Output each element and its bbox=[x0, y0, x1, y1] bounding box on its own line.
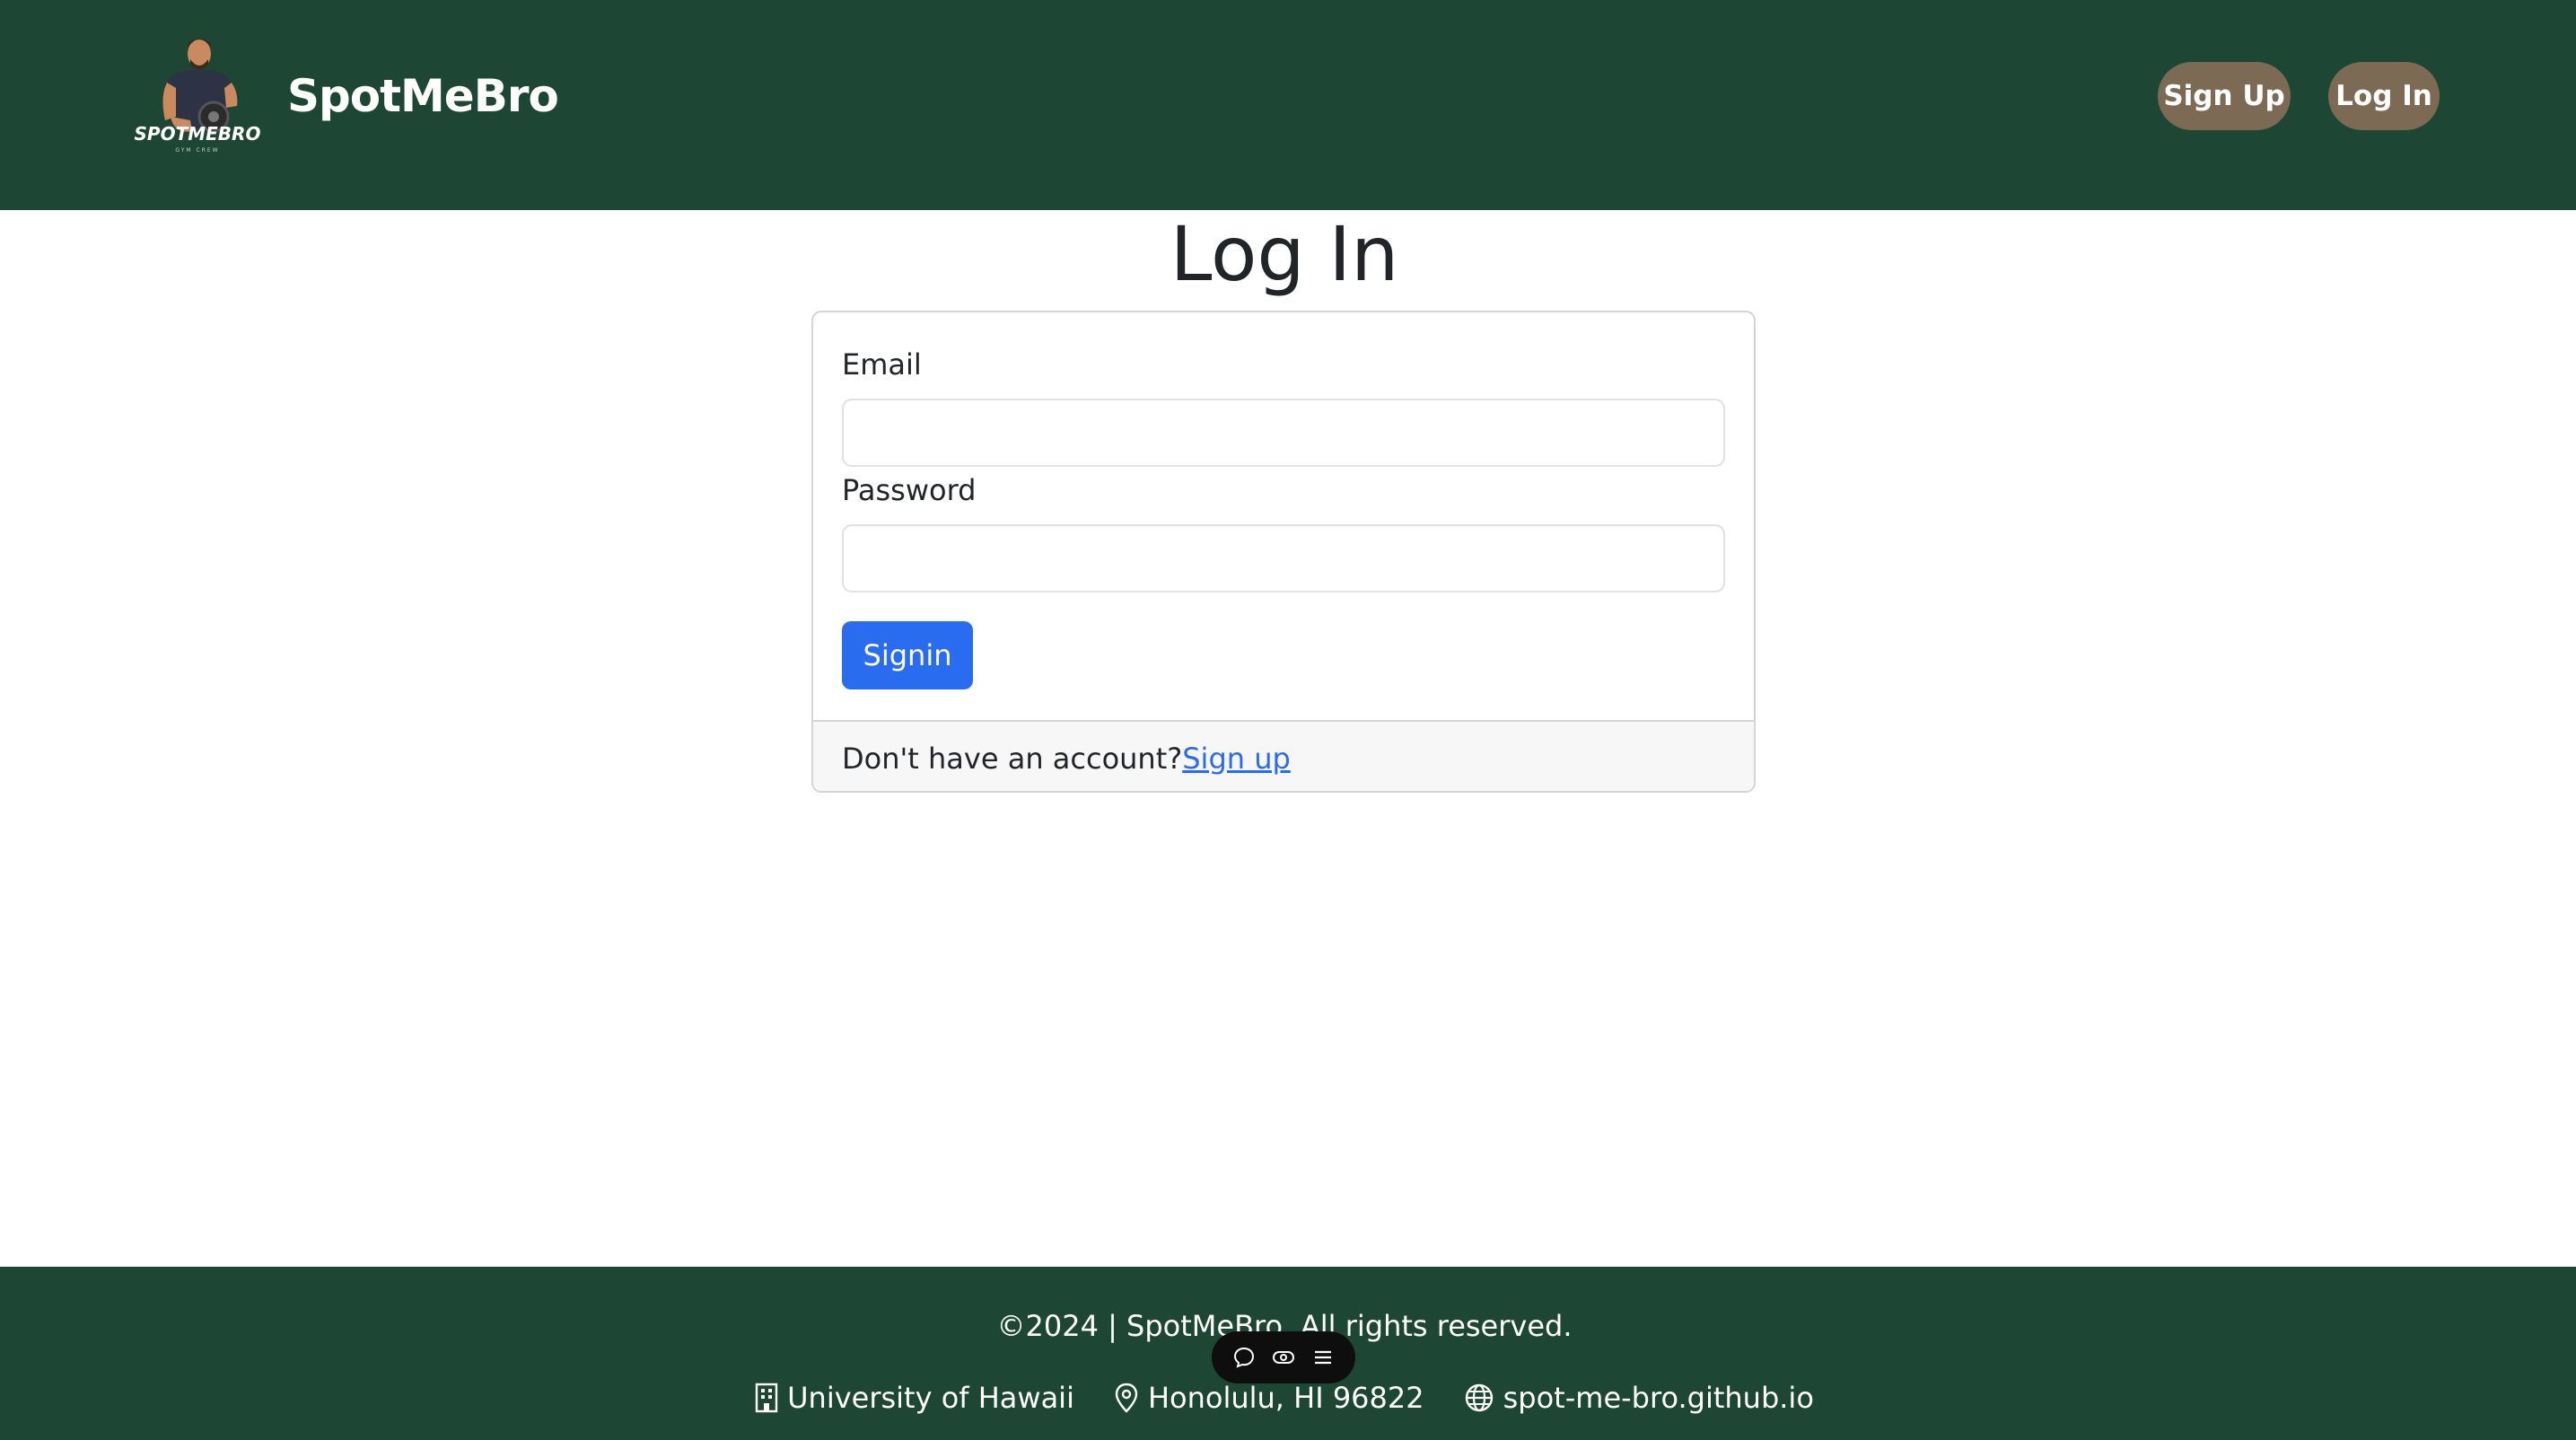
login-button[interactable]: Log In bbox=[2328, 62, 2440, 130]
signup-button[interactable]: Sign Up bbox=[2158, 62, 2291, 130]
svg-text:SPOTMEBRO: SPOTMEBRO bbox=[135, 123, 261, 145]
page-title: Log In bbox=[1170, 210, 1399, 298]
navbar: SPOTMEBRO GYM CREW SpotMeBro Sign Up Log… bbox=[0, 0, 2576, 210]
brand-name[interactable]: SpotMeBro bbox=[287, 63, 559, 129]
chat-icon[interactable] bbox=[1232, 1346, 1256, 1369]
building-icon bbox=[755, 1383, 778, 1413]
footer-university: University of Hawaii bbox=[755, 1371, 1074, 1425]
brand-logo[interactable]: SPOTMEBRO GYM CREW bbox=[120, 34, 275, 156]
password-label: Password bbox=[842, 473, 977, 507]
bodybuilder-logo-icon: SPOTMEBRO GYM CREW bbox=[135, 39, 261, 154]
password-field[interactable] bbox=[842, 524, 1725, 593]
signup-link[interactable]: Sign up bbox=[1182, 742, 1291, 776]
university-text: University of Hawaii bbox=[787, 1381, 1074, 1415]
login-card: Email Password Signin Don't have an acco… bbox=[811, 311, 1756, 793]
email-label: Email bbox=[842, 347, 922, 382]
card-footer: Don't have an account? Sign up bbox=[813, 720, 1754, 791]
website-link[interactable]: spot-me-bro.github.io bbox=[1503, 1371, 1814, 1425]
globe-icon bbox=[1465, 1383, 1493, 1412]
email-field[interactable] bbox=[842, 399, 1725, 467]
floating-toolbar bbox=[1212, 1331, 1355, 1383]
menu-icon[interactable] bbox=[1311, 1346, 1335, 1369]
svg-text:GYM CREW: GYM CREW bbox=[175, 147, 219, 154]
footer-website[interactable]: spot-me-bro.github.io bbox=[1464, 1371, 1814, 1425]
signup-prompt: Don't have an account? bbox=[842, 741, 1183, 776]
location-pin-icon bbox=[1115, 1383, 1138, 1413]
signin-button[interactable]: Signin bbox=[842, 621, 973, 689]
eye-icon[interactable] bbox=[1271, 1346, 1296, 1369]
